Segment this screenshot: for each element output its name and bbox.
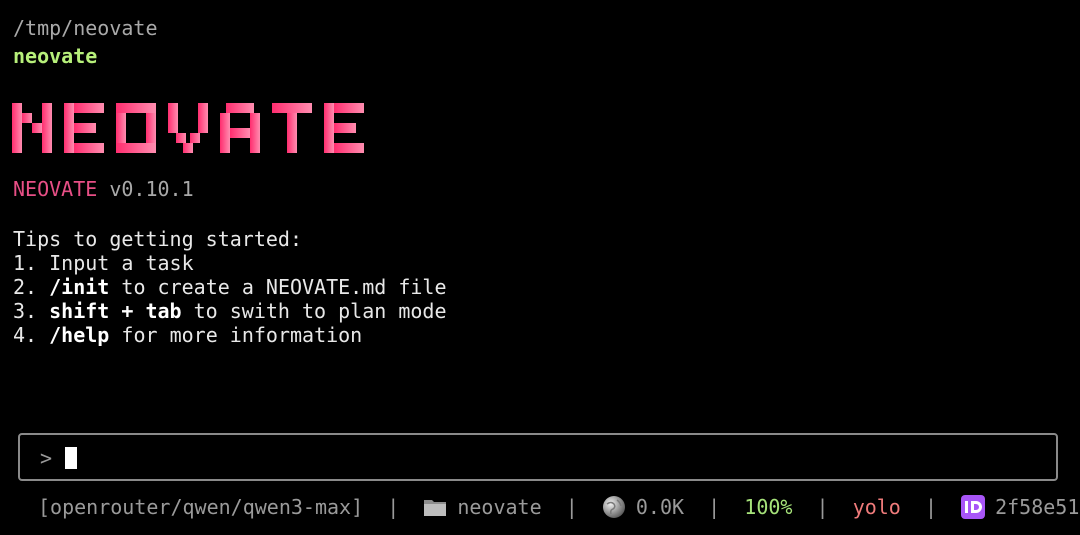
session-id: 2f58e51f — [995, 495, 1080, 519]
separator: | — [387, 495, 400, 519]
tip-text: to create a NEOVATE.md file — [121, 275, 447, 299]
version-line: NEOVATE v0.10.1 — [13, 177, 194, 201]
tip-item: 1. Input a task — [13, 251, 194, 275]
folder-icon — [424, 500, 447, 516]
current-directory: /tmp/neovate — [13, 16, 158, 40]
tip-item: 4. /help for more information — [13, 323, 362, 347]
tip-item: 2. /init to create a NEOVATE.md file — [13, 275, 447, 299]
prompt-symbol: > — [40, 446, 53, 470]
context-percent: 100% — [744, 495, 793, 519]
project-name: neovate — [13, 44, 98, 68]
text-cursor — [65, 447, 77, 469]
brand-name: NEOVATE — [13, 177, 98, 201]
tip-text: for more information — [121, 323, 363, 347]
prompt-input[interactable]: > — [18, 433, 1058, 481]
version-number: v0.10.1 — [109, 177, 194, 201]
folder-name: neovate — [457, 495, 542, 519]
mode-badge: yolo — [852, 495, 901, 519]
tip-command: /init — [49, 275, 110, 299]
separator — [363, 495, 387, 519]
separator: | — [816, 495, 829, 519]
globe-icon — [602, 496, 625, 518]
tip-item: 3. shift + tab to swith to plan mode — [13, 299, 447, 323]
tip-number: 2. — [13, 275, 38, 299]
tip-number: 1. — [13, 251, 38, 275]
status-bar: [openrouter/qwen/qwen3-max] | neovate | … — [38, 495, 1080, 519]
tips-title: Tips to getting started: — [13, 227, 302, 251]
model-name: [openrouter/qwen/qwen3-max] — [38, 495, 364, 519]
separator: | — [708, 495, 721, 519]
tip-command: /help — [49, 323, 110, 347]
tip-number: 4. — [13, 323, 38, 347]
tip-text: Input a task — [49, 251, 194, 275]
separator: | — [565, 495, 578, 519]
neovate-logo — [12, 103, 364, 153]
tip-command: shift + tab — [49, 299, 182, 323]
id-badge-icon — [961, 495, 986, 519]
token-count: 0.0K — [635, 495, 685, 519]
tip-text: to swith to plan mode — [193, 299, 447, 323]
tip-number: 3. — [13, 299, 38, 323]
separator: | — [924, 495, 937, 519]
